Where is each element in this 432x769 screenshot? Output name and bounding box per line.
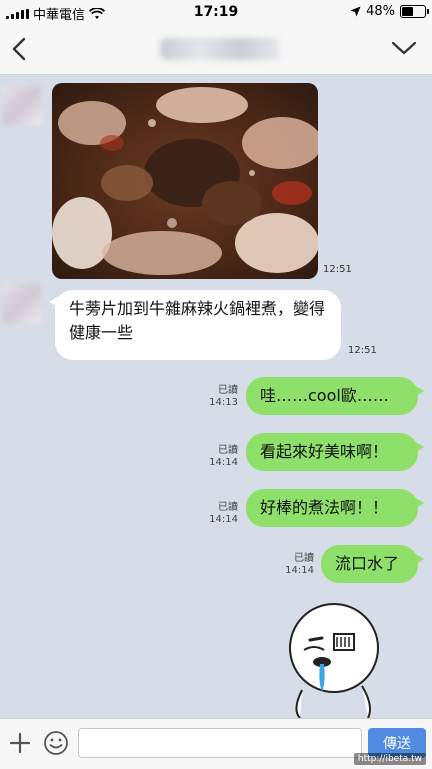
avatar[interactable] bbox=[2, 86, 42, 126]
chat-title-blurred bbox=[160, 38, 280, 60]
outgoing-message-text: 流口水了 bbox=[335, 554, 400, 573]
outgoing-message-bubble[interactable]: 哇……cool歐…… bbox=[246, 377, 424, 415]
message-meta: 已讀 14:14 bbox=[272, 553, 314, 577]
outgoing-message-bubble[interactable]: 好棒的煮法啊！！ bbox=[246, 489, 424, 527]
outgoing-message-bubble[interactable]: 看起來好美味啊！ bbox=[246, 433, 424, 471]
message-time: 14:14 bbox=[209, 457, 238, 468]
chevron-down-icon[interactable] bbox=[390, 36, 418, 60]
emoji-icon[interactable] bbox=[43, 730, 69, 756]
incoming-time: 12:51 bbox=[348, 345, 377, 356]
outgoing-message-bubble[interactable]: 流口水了 bbox=[321, 545, 424, 583]
incoming-message-text: 牛蒡片加到牛雜麻辣火鍋裡煮，變得健康一些 bbox=[69, 299, 326, 342]
battery-icon bbox=[400, 5, 429, 18]
message-time: 14:13 bbox=[209, 397, 238, 408]
battery-percent: 48% bbox=[366, 4, 395, 19]
photo-message[interactable] bbox=[52, 83, 318, 279]
message-meta: 已讀 14:14 bbox=[196, 502, 238, 526]
avatar[interactable] bbox=[2, 284, 42, 324]
location-arrow-icon bbox=[350, 6, 361, 17]
read-receipt: 已讀 bbox=[218, 385, 238, 396]
message-input[interactable] bbox=[78, 728, 362, 758]
chat-header bbox=[0, 24, 432, 75]
chevron-left-icon[interactable] bbox=[8, 34, 34, 64]
input-bar: 傳送 http://ibeta.tw bbox=[0, 718, 432, 769]
read-receipt: 已讀 bbox=[294, 553, 314, 564]
message-time: 14:14 bbox=[285, 565, 314, 576]
photo-time: 12:51 bbox=[323, 264, 352, 275]
status-right: 48% bbox=[350, 4, 429, 19]
read-receipt: 已讀 bbox=[218, 445, 238, 456]
outgoing-message-text: 看起來好美味啊！ bbox=[260, 442, 389, 461]
status-bar: 中華電信 17:19 48% bbox=[0, 0, 432, 24]
message-meta: 已讀 14:13 bbox=[196, 385, 238, 409]
incoming-message-bubble[interactable]: 牛蒡片加到牛雜麻辣火鍋裡煮，變得健康一些 bbox=[49, 290, 341, 360]
message-time: 14:14 bbox=[209, 514, 238, 525]
plus-icon[interactable] bbox=[8, 731, 32, 755]
hotpot-photo bbox=[52, 83, 318, 279]
outgoing-message-text: 哇……cool歐…… bbox=[260, 386, 389, 405]
sticker-image[interactable] bbox=[282, 600, 394, 718]
battery-fill bbox=[402, 7, 413, 16]
read-receipt: 已讀 bbox=[218, 502, 238, 513]
watermark: http://ibeta.tw bbox=[353, 753, 426, 765]
outgoing-message-text: 好棒的煮法啊！！ bbox=[260, 498, 389, 517]
message-meta: 已讀 14:14 bbox=[196, 445, 238, 469]
